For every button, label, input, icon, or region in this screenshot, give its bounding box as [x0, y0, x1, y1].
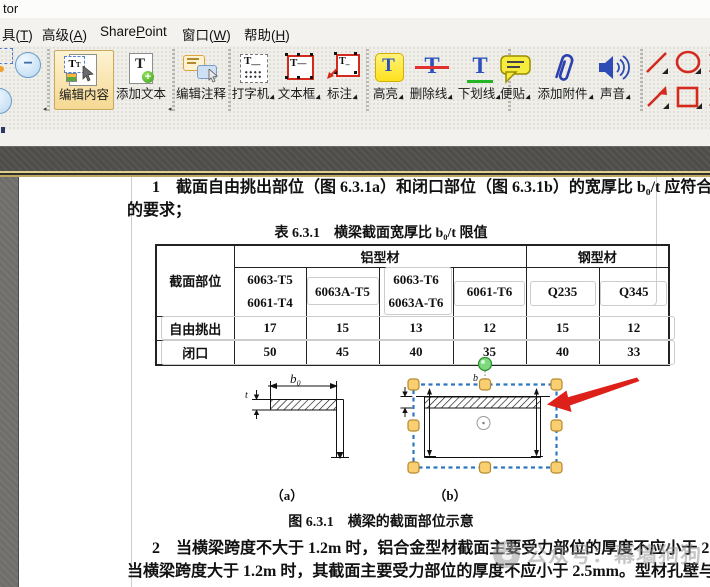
- textbox-icon: T—: [277, 51, 323, 87]
- strikeout-button[interactable]: T 删除线: [408, 50, 456, 108]
- toolbar: − ◂ TT 编辑内容 T + 添加文本 ◂: [0, 46, 710, 130]
- menu-bar: 具(T) 高级(A) SharePoint 窗口(W) 帮助(H): [0, 18, 710, 46]
- dim-t-label: t: [245, 390, 248, 401]
- arrow-tool[interactable]: [648, 86, 669, 109]
- selection-handle: [551, 379, 562, 390]
- callout-icon: T_: [323, 51, 363, 87]
- selection-handle: [551, 420, 562, 431]
- watermark-logo-icon: [493, 541, 520, 568]
- selection-handle: [408, 379, 419, 390]
- dim-b0-label: b₀: [290, 371, 301, 386]
- toolbar-separator: [640, 49, 643, 111]
- toolbar-lower-strip: [0, 130, 710, 146]
- edit-comment-button[interactable]: 编辑注释: [175, 50, 227, 108]
- ellipse-tool[interactable]: [677, 52, 701, 74]
- attachment-button[interactable]: 添加附件: [537, 50, 595, 108]
- watermark: 公众号：幕墙狗狗: [493, 539, 702, 569]
- drawing-tools: [644, 50, 710, 114]
- clipped-icon-fragment: [1, 127, 5, 133]
- decorative-dark-band: [0, 146, 710, 172]
- toolbar-separator: ◂: [47, 49, 50, 111]
- callout-button[interactable]: T_ 标注: [323, 50, 363, 108]
- sound-button[interactable]: 声音: [595, 50, 637, 108]
- selection-handle: [408, 420, 419, 431]
- selection-handle: [551, 462, 562, 473]
- diagram-a: b₀ t: [245, 371, 349, 459]
- textbox-button[interactable]: T— 文本框: [277, 50, 323, 108]
- diagram-a-label: （a）: [257, 485, 317, 504]
- watermark-text: 公众号：幕墙狗狗: [526, 539, 702, 569]
- line-tool[interactable]: [647, 53, 668, 74]
- figure-caption: 图 6.3.1 横梁的截面部位示意: [156, 511, 606, 531]
- paperclip-icon: [537, 51, 595, 87]
- toolbar-separator: [366, 49, 369, 111]
- menu-help[interactable]: 帮助(H): [240, 22, 294, 46]
- sticky-note-icon: [495, 51, 537, 87]
- menu-advanced[interactable]: 高级(A): [38, 22, 91, 46]
- minus-icon: −: [23, 55, 32, 72]
- sticky-note-button[interactable]: 便贴: [495, 50, 537, 108]
- rotate-handle[interactable]: [479, 358, 492, 371]
- selection-handle: [480, 379, 491, 390]
- typewriter-icon: T__: [231, 51, 277, 87]
- menu-tools[interactable]: 具(T): [0, 22, 37, 46]
- strikeout-icon: T: [408, 51, 456, 87]
- pdf-editor-window: tor 具(T) 高级(A) SharePoint 窗口(W) 帮助(H) − …: [0, 0, 710, 587]
- selection-handle: [480, 462, 491, 473]
- diagram-b-label: （b）: [420, 485, 480, 504]
- dim-b-label: b: [473, 373, 478, 384]
- add-text-icon: T +: [113, 51, 169, 87]
- menu-sharepoint[interactable]: SharePoint: [96, 22, 171, 41]
- clipped-dot-icon: [0, 66, 4, 72]
- clipped-zoom-icon: [0, 88, 12, 114]
- edit-content-icon: TT: [55, 52, 113, 88]
- menu-window[interactable]: 窗口(W): [178, 22, 235, 46]
- title-bar: tor: [0, 0, 710, 18]
- speaker-icon: [595, 51, 637, 87]
- edit-content-button[interactable]: TT 编辑内容: [54, 50, 114, 110]
- clipped-select-icon: [0, 48, 13, 64]
- add-text-button[interactable]: T + 添加文本: [113, 50, 169, 108]
- highlight-icon: T: [370, 51, 408, 87]
- window-title: tor: [3, 1, 18, 16]
- document-page: 1 截面自由挑出部位（图 6.3.1a）和闭口部位（图 6.3.1b）的宽厚比 …: [0, 177, 710, 587]
- rectangle-tool[interactable]: [678, 88, 702, 109]
- selection-handle: [408, 462, 419, 473]
- highlight-button[interactable]: T 高亮: [370, 50, 408, 108]
- edit-comment-icon: [175, 51, 227, 87]
- zoom-out-button[interactable]: −: [15, 52, 41, 78]
- typewriter-button[interactable]: T__ 打字机: [231, 50, 277, 108]
